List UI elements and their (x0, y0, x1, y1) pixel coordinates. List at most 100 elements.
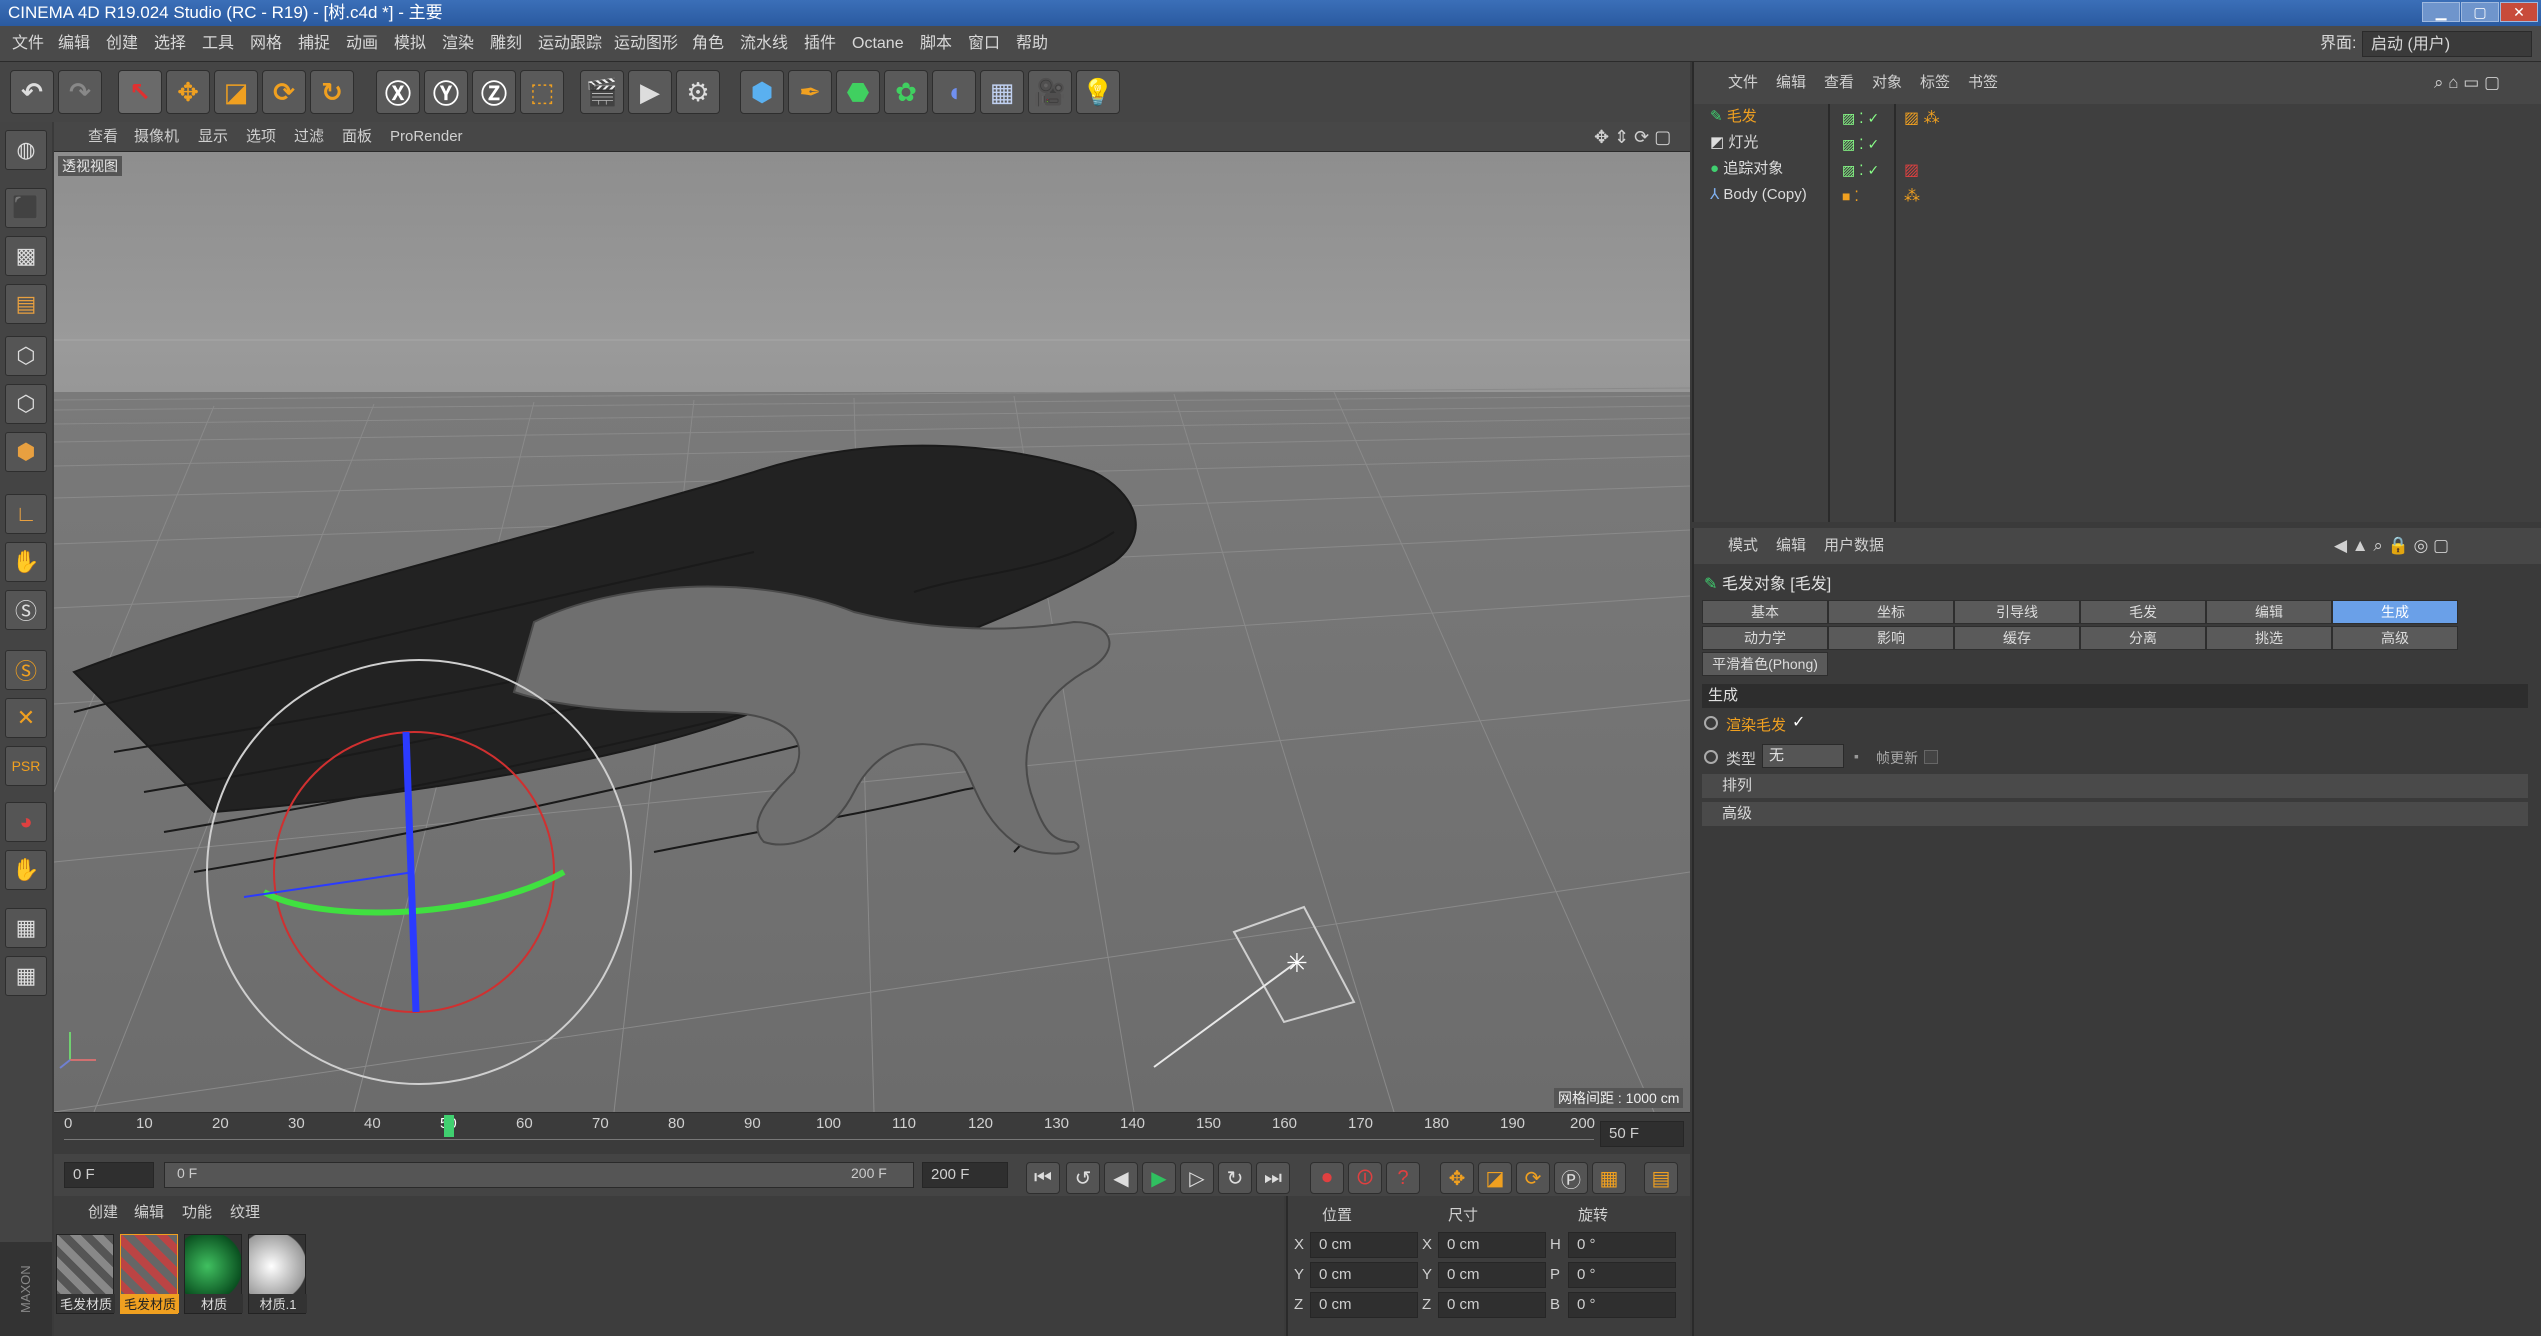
minimize-button[interactable]: ▁ (2422, 2, 2460, 22)
viewport-menu-options[interactable]: 选项 (246, 122, 276, 152)
rotation-b-field[interactable]: 0 ° (1568, 1292, 1676, 1318)
attribute-menu-user-data[interactable]: 用户数据 (1824, 528, 1884, 564)
keyframe-selection-icon[interactable]: ? (1386, 1162, 1420, 1194)
menu-help[interactable]: 帮助 (1016, 26, 1048, 62)
model-mode-icon[interactable]: ⬛ (5, 188, 47, 228)
polygons-mode-icon[interactable]: ⬢ (5, 432, 47, 472)
group-advanced[interactable]: 高级 (1702, 802, 2528, 826)
lock-workplane-icon[interactable]: ▦ (5, 908, 47, 948)
menu-sculpt[interactable]: 雕刻 (490, 26, 522, 62)
material-menu-edit[interactable]: 编辑 (134, 1196, 164, 1230)
viewport-menu-prorender[interactable]: ProRender (390, 122, 463, 152)
tab-editing[interactable]: 编辑 (2206, 600, 2332, 624)
tab-dynamics[interactable]: 动力学 (1702, 626, 1828, 650)
key-parameter-icon[interactable]: Ⓟ (1554, 1162, 1588, 1194)
deformer-icon[interactable]: ◖ (932, 70, 976, 114)
visibility-toggles[interactable]: ▨ ⁚ ✓ (1842, 136, 1879, 153)
object-menu-objects[interactable]: 对象 (1872, 62, 1902, 104)
menu-edit[interactable]: 编辑 (58, 26, 90, 62)
render-hair-animate-dot[interactable] (1704, 716, 1718, 730)
perspective-viewport[interactable]: ✳ 透视视图 网格间距 : 1000 cm (54, 152, 1690, 1112)
snap-icon[interactable]: Ⓢ (5, 590, 47, 630)
tab-generate[interactable]: 生成 (2332, 600, 2458, 624)
viewport-menu-camera[interactable]: 摄像机 (134, 122, 179, 152)
enable-axis-icon[interactable]: ✋ (5, 850, 47, 890)
viewport-menu-display[interactable]: 显示 (198, 122, 228, 152)
current-frame-field[interactable]: 50 F (1600, 1121, 1684, 1147)
z-axis-icon[interactable]: Ⓩ (472, 70, 516, 114)
menu-mesh[interactable]: 网格 (250, 26, 282, 62)
tab-hairs[interactable]: 毛发 (2080, 600, 2206, 624)
viewport-nav-icons[interactable]: ✥ ⇕ ⟳ ▢ (1594, 122, 1671, 152)
move-icon[interactable]: ✥ (166, 70, 210, 114)
rotate-icon[interactable]: ⟳ (262, 70, 306, 114)
tab-pick[interactable]: 挑选 (2206, 626, 2332, 650)
make-editable-icon[interactable]: ◍ (5, 130, 47, 170)
play-icon[interactable]: ▶ (1142, 1162, 1176, 1194)
select-icon[interactable]: ↖ (118, 70, 162, 114)
menu-motion-tracking[interactable]: 运动跟踪 (538, 26, 602, 62)
tab-phong[interactable]: 平滑着色(Phong) (1702, 652, 1828, 676)
tweak-mode-icon[interactable]: ✋ (5, 542, 47, 582)
body-tag-icon[interactable]: ⁂ (1904, 186, 1920, 206)
light-icon[interactable]: 💡 (1076, 70, 1120, 114)
tab-split[interactable]: 分离 (2080, 626, 2206, 650)
key-rotation-icon[interactable]: ⟳ (1516, 1162, 1550, 1194)
group-arrange[interactable]: 排列 (1702, 774, 2528, 798)
viewport-menu-filter[interactable]: 过滤 (294, 122, 324, 152)
object-menu-bookmarks[interactable]: 书签 (1968, 62, 1998, 104)
menu-create[interactable]: 创建 (106, 26, 138, 62)
type-dropdown[interactable]: 无 (1762, 744, 1844, 768)
psr-icon[interactable]: ✕ (5, 698, 47, 738)
cloner-icon[interactable]: ✿ (884, 70, 928, 114)
go-to-end-icon[interactable]: ⏭ (1256, 1162, 1290, 1194)
render-settings-icon[interactable]: ⚙ (676, 70, 720, 114)
tab-influence[interactable]: 影响 (1828, 626, 1954, 650)
close-button[interactable]: ✕ (2500, 2, 2538, 22)
edges-mode-icon[interactable]: ⬡ (5, 384, 47, 424)
object-menu-edit[interactable]: 编辑 (1776, 62, 1806, 104)
tab-guides[interactable]: 引导线 (1954, 600, 2080, 624)
render-hair-checkbox[interactable]: ✓ (1792, 712, 1805, 732)
object-menu-file[interactable]: 文件 (1728, 62, 1758, 104)
material-menu-function[interactable]: 功能 (182, 1196, 212, 1230)
material-menu-create[interactable]: 创建 (88, 1196, 118, 1230)
viewport-menu-view[interactable]: 查看 (88, 122, 118, 152)
menu-simulate[interactable]: 模拟 (394, 26, 426, 62)
coordinate-system-icon[interactable]: ⬚ (520, 70, 564, 114)
object-manager-tools-icon[interactable]: ⌕ ⌂ ▭ ▢ (2434, 62, 2500, 104)
position-x-field[interactable]: 0 cm (1310, 1232, 1418, 1258)
points-mode-icon[interactable]: ⬡ (5, 336, 47, 376)
playhead[interactable] (444, 1115, 454, 1137)
attribute-menu-edit[interactable]: 编辑 (1776, 528, 1806, 564)
render-view-icon[interactable]: 🎬 (580, 70, 624, 114)
menu-script[interactable]: 脚本 (920, 26, 952, 62)
solo-icon[interactable]: Ⓢ (5, 650, 47, 690)
visibility-toggles[interactable]: ▨ ⁚ ✓ (1842, 110, 1879, 127)
menu-snap[interactable]: 捕捉 (298, 26, 330, 62)
object-menu-tags[interactable]: 标签 (1920, 62, 1950, 104)
start-frame-field[interactable]: 0 F (64, 1162, 154, 1188)
material-menu-texture[interactable]: 纹理 (230, 1196, 260, 1230)
previous-frame-icon[interactable]: ◀ (1104, 1162, 1138, 1194)
floor-grid-icon[interactable]: ▦ (5, 956, 47, 996)
position-z-field[interactable]: 0 cm (1310, 1292, 1418, 1318)
floor-icon[interactable]: ▦ (980, 70, 1024, 114)
subdivision-icon[interactable]: ⬣ (836, 70, 880, 114)
next-key-icon[interactable]: ↻ (1218, 1162, 1252, 1194)
attribute-menu-mode[interactable]: 模式 (1728, 528, 1758, 564)
menu-pipeline[interactable]: 流水线 (740, 26, 788, 62)
object-menu-view[interactable]: 查看 (1824, 62, 1854, 104)
size-z-field[interactable]: 0 cm (1438, 1292, 1546, 1318)
layout-dropdown[interactable]: 启动 (用户) (2362, 31, 2532, 57)
material-swatch[interactable]: 毛发材质 (120, 1234, 179, 1314)
visibility-toggles[interactable]: ▨ ⁚ ✓ (1842, 162, 1879, 179)
scale-icon[interactable]: ◪ (214, 70, 258, 114)
attribute-nav-icons[interactable]: ◀ ▲ ⌕ 🔒 ◎ ▢ (2334, 528, 2449, 564)
object-row-light[interactable]: ◩ 灯光 (1710, 130, 1758, 156)
pen-spline-icon[interactable]: ✒ (788, 70, 832, 114)
menu-character[interactable]: 角色 (692, 26, 724, 62)
layer-color-swatch[interactable]: ■ ⁚ (1842, 188, 1859, 205)
record-icon[interactable]: ⏺ (1310, 1162, 1344, 1194)
position-y-field[interactable]: 0 cm (1310, 1262, 1418, 1288)
